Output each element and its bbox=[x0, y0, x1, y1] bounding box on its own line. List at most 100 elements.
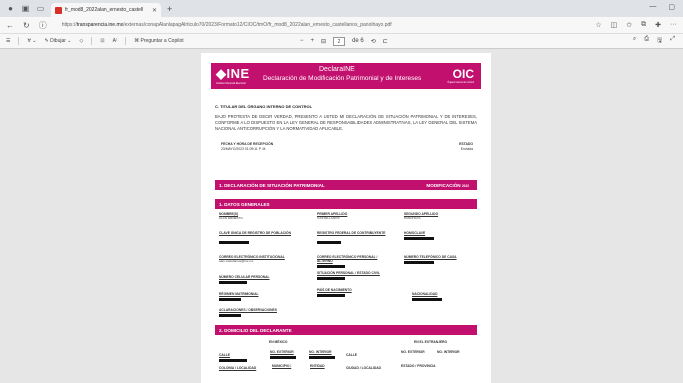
zoom-page-controls: − + ⊟ 2 de 6 ⟲ ⊏ bbox=[300, 36, 388, 46]
close-tab-icon[interactable]: ✕ bbox=[152, 7, 157, 14]
print-icon[interactable]: ⎙ bbox=[644, 36, 649, 46]
calle-label: CALLE bbox=[219, 353, 230, 357]
redacted-celular bbox=[219, 281, 247, 284]
pdf-right-tools: ⌕ ⎙ 🖫 ⤢ bbox=[633, 36, 675, 46]
profile-icon[interactable]: ● bbox=[6, 4, 15, 13]
favorites-icon[interactable]: ✩ bbox=[626, 21, 632, 29]
telefono-casa-label: NÚMERO TELEFÓNICO DE CASA bbox=[404, 255, 457, 259]
fecha-value: 23/MAYO/2023 01:09:11 P. M. bbox=[221, 147, 267, 151]
window-controls: — ▢ bbox=[649, 3, 675, 11]
oic-subtitle: Órgano Interno de Control bbox=[447, 82, 474, 84]
redacted-no-exterior bbox=[270, 356, 296, 359]
contents-icon[interactable]: ☰ bbox=[6, 38, 10, 44]
minimize-icon[interactable]: — bbox=[649, 3, 656, 11]
document-header: ◆INE Instituto Nacional Electoral Declar… bbox=[211, 63, 481, 89]
page-number-input[interactable]: 2 bbox=[333, 36, 346, 46]
redacted-pais bbox=[317, 294, 345, 297]
no-exterior-label: NO. EXTERIOR bbox=[270, 350, 294, 354]
read-aloud-icon[interactable]: A⁾ bbox=[113, 38, 118, 44]
celular-label: NÚMERO CELULAR PERSONAL bbox=[219, 275, 270, 279]
section-bar-domicilio: 2. DOMICILIO DEL DECLARANTE bbox=[215, 325, 477, 335]
star-icon[interactable]: ☆ bbox=[595, 21, 601, 29]
pdf-icon bbox=[55, 6, 62, 14]
pais-label: PAÍS DE NACIMIENTO bbox=[317, 288, 352, 292]
redacted-homoclave bbox=[404, 237, 434, 240]
refresh-icon[interactable]: ↻ bbox=[23, 21, 30, 30]
redacted-no-interior bbox=[309, 356, 335, 359]
ine-logo: ◆INE bbox=[216, 66, 250, 81]
colonia-label: COLONIA / LOCALIDAD bbox=[219, 366, 257, 370]
tab-bar: ● ▣ ▭ fr_mod8_2022alan_ernesto_castell ✕… bbox=[0, 0, 683, 17]
estado-value: Enviada bbox=[460, 147, 473, 151]
fit-page-icon[interactable]: ⊟ bbox=[321, 38, 326, 45]
draw-button[interactable]: ✎ Dibujar ⌄ bbox=[44, 38, 71, 44]
nombres-value: ALAN ERNESTO bbox=[219, 216, 243, 220]
estado-label: ESTADO bbox=[459, 142, 473, 146]
entidad-label: ENTIDAD bbox=[310, 364, 325, 368]
browser-actions: ☆ ◫ ✩ ⧉ ✚ ··· bbox=[595, 21, 677, 29]
redacted-nacionalidad bbox=[412, 298, 442, 301]
collections-icon[interactable]: ⧉ bbox=[641, 21, 646, 29]
browser-tab[interactable]: fr_mod8_2022alan_ernesto_castell ✕ bbox=[51, 3, 161, 17]
new-tab-icon[interactable]: + bbox=[167, 4, 172, 14]
homoclave-label: HOMOCLAVE bbox=[404, 231, 426, 235]
url-field[interactable]: https://transparencia.ine.mx/externas/co… bbox=[56, 20, 588, 31]
no-exterior-extranjero-label: NO. EXTERIOR bbox=[401, 350, 425, 354]
municipio-label: MUNICIPIO / bbox=[272, 364, 292, 368]
no-interior-label: NO. INTERIOR bbox=[309, 350, 332, 354]
split-screen-icon[interactable]: ◫ bbox=[611, 21, 618, 29]
segundo-apellido-value: PANOHAYA bbox=[404, 216, 421, 220]
redacted-rfc bbox=[317, 241, 341, 244]
aclaraciones-label: ACLARACIONES / OBSERVACIONES bbox=[219, 308, 277, 312]
oic-logo: OIC bbox=[452, 67, 474, 81]
header-title: DeclaraINE bbox=[319, 66, 355, 73]
pdf-page: ◆INE Instituto Nacional Electoral Declar… bbox=[201, 53, 491, 383]
rotate-icon[interactable]: ⟲ bbox=[371, 38, 376, 45]
redacted-correo bbox=[317, 265, 345, 268]
redacted-aclaraciones bbox=[219, 314, 241, 317]
redacted-curp bbox=[219, 241, 249, 244]
ine-subtitle: Instituto Nacional Electoral bbox=[216, 82, 246, 85]
regimen-label: RÉGIMEN MATRIMONIAL bbox=[219, 292, 259, 296]
estado-provincia-label: ESTADO / PROVINCIA bbox=[401, 364, 436, 368]
primer-apellido-value: CASTELLANOS bbox=[317, 216, 340, 220]
section-c-title: C. TITULAR DEL ÓRGANO INTERNO DE CONTROL bbox=[215, 104, 313, 109]
more-icon[interactable]: ··· bbox=[670, 21, 677, 29]
eraser-icon[interactable]: ◇ bbox=[80, 38, 84, 44]
fecha-label: FECHA Y HORA DE RECEPCIÓN bbox=[221, 142, 274, 146]
back-icon[interactable]: ← bbox=[6, 21, 14, 30]
ciudad-label: CIUDAD / LOCALIDAD bbox=[346, 366, 381, 370]
situacion-personal-label: SITUACIÓN PERSONAL / ESTADO CIVIL bbox=[317, 271, 380, 275]
highlight-icon[interactable]: ∀ ⌄ bbox=[27, 38, 36, 44]
workspaces-icon[interactable]: ▣ bbox=[21, 4, 30, 13]
text-icon[interactable]: ⊡ bbox=[100, 38, 104, 44]
protesta-paragraph: BAJO PROTESTA DE DECIR VERDAD, PRESENTO … bbox=[215, 114, 477, 131]
nacionalidad-label: NACIONALIDAD bbox=[412, 292, 438, 296]
rfc-label: REGISTRO FEDERAL DE CONTRIBUYENTE bbox=[317, 231, 386, 235]
curp-label: CLAVE ÚNICA DE REGISTRO DE POBLACIÓN bbox=[219, 231, 291, 235]
section-bar-datos-generales: 1. DATOS GENERALES bbox=[215, 199, 477, 209]
save-icon[interactable]: 🖫 bbox=[657, 36, 662, 46]
no-interior-extranjero-label: NO. INTERIOR bbox=[437, 350, 460, 354]
maximize-icon[interactable]: ▢ bbox=[668, 3, 675, 11]
zoom-out-icon[interactable]: − bbox=[300, 38, 304, 44]
pdf-toolbar: ☰ ∀ ⌄ ✎ Dibujar ⌄ ◇ ⊡ A⁾ ⌘ Preguntar a C… bbox=[0, 34, 683, 49]
extensions-icon[interactable]: ✚ bbox=[655, 21, 661, 29]
tab-actions-icon[interactable]: ▭ bbox=[36, 4, 45, 13]
info-icon[interactable]: ⓘ bbox=[39, 20, 47, 31]
search-icon[interactable]: ⌕ bbox=[633, 36, 636, 46]
redacted-calle bbox=[219, 359, 247, 362]
copilot-button[interactable]: ⌘ Preguntar a Copilot bbox=[134, 38, 183, 44]
en-extranjero-label: EN EL EXTRANJERO bbox=[414, 340, 448, 344]
tab-title: fr_mod8_2022alan_ernesto_castell bbox=[65, 7, 144, 13]
en-mexico-label: EN MÉXICO bbox=[269, 340, 288, 344]
calle-extranjero-label: CALLE bbox=[346, 353, 357, 357]
zoom-in-icon[interactable]: + bbox=[311, 38, 315, 44]
fullscreen-icon[interactable]: ⤢ bbox=[670, 36, 675, 46]
pdf-viewer[interactable]: ◆INE Instituto Nacional Electoral Declar… bbox=[0, 49, 683, 383]
page-view-icon[interactable]: ⊏ bbox=[383, 38, 388, 45]
header-subtitle: Declaración de Modificación Patrimonial … bbox=[263, 75, 422, 82]
correo-personal-label: CORREO ELECTRÓNICO PERSONAL / ALTERNO bbox=[317, 255, 378, 263]
correo-institucional-value: alan.castellanos@ine.mx bbox=[219, 259, 254, 263]
address-bar: ← ↻ ⓘ https://transparencia.ine.mx/exter… bbox=[0, 17, 683, 34]
